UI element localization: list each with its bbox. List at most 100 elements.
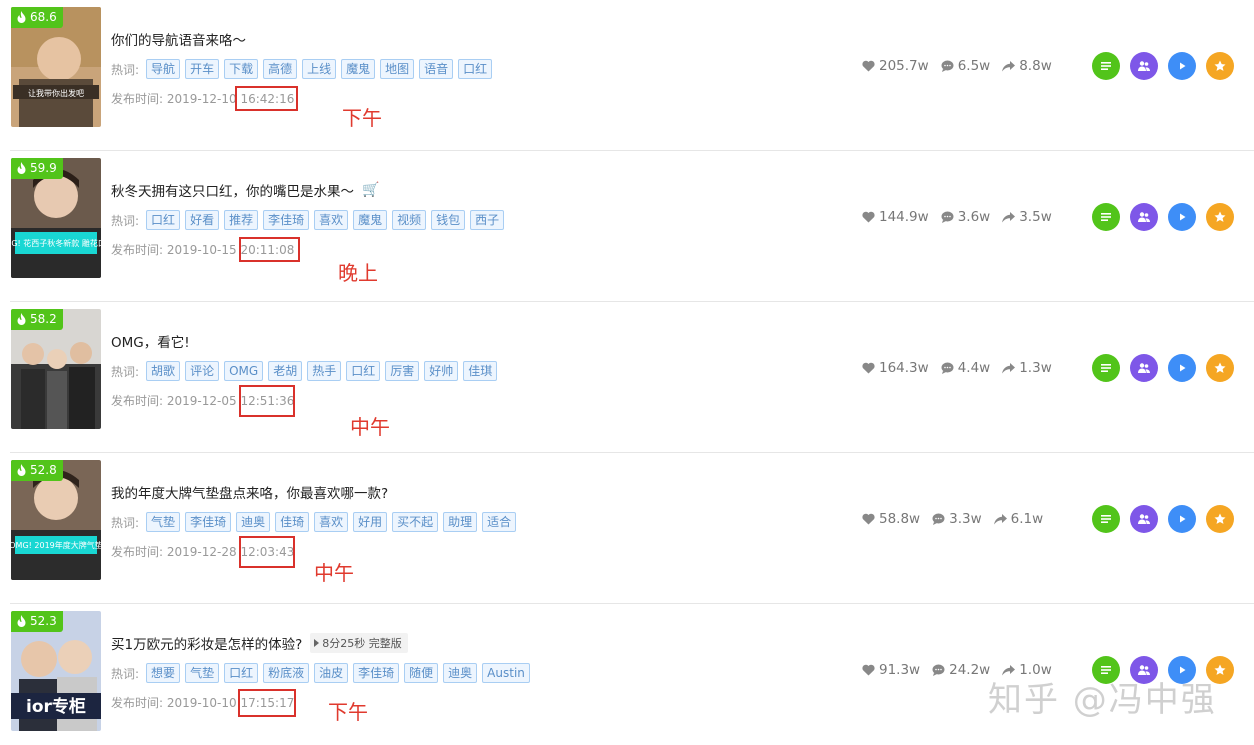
likes-stat: 164.3w	[862, 360, 929, 376]
list-icon	[1101, 364, 1111, 372]
video-row[interactable]: 58.2 OMG，看它! 热词: 胡歌 评论 OMG 老胡 热手 口红 厉害 好…	[0, 302, 1254, 453]
detail-button[interactable]	[1092, 52, 1120, 80]
keyword-tag[interactable]: 好看	[185, 210, 220, 230]
keyword-tag[interactable]: 语音	[419, 59, 454, 79]
highlight-box	[239, 536, 295, 568]
video-row[interactable]: OMG! 2019年度大牌气垫 52.8 我的年度大牌气垫盘点来咯，你最喜欢哪一…	[0, 453, 1254, 604]
keywords-label: 热词:	[111, 213, 140, 228]
favorite-button[interactable]	[1206, 505, 1234, 533]
video-title[interactable]: 你们的导航语音来咯～	[111, 29, 246, 49]
video-title[interactable]: 秋冬天拥有这只口红，你的嘴巴是水果～ 🛒	[111, 180, 379, 200]
video-title-text[interactable]: OMG，看它!	[111, 331, 190, 351]
keyword-tag[interactable]: 适合	[482, 512, 517, 532]
keyword-tag[interactable]: 佳琦	[275, 512, 310, 532]
share-icon	[1002, 363, 1016, 374]
video-thumbnail[interactable]: OMG! 2019年度大牌气垫 52.8	[11, 460, 101, 580]
keyword-tag[interactable]: 钱包	[431, 210, 466, 230]
keyword-tag[interactable]: 地图	[380, 59, 415, 79]
keyword-tag[interactable]: 开车	[185, 59, 220, 79]
time-annotation: 晚上	[338, 261, 378, 285]
play-button[interactable]	[1168, 354, 1196, 382]
keyword-tag[interactable]: 随便	[404, 663, 439, 683]
favorite-button[interactable]	[1206, 52, 1234, 80]
detail-button[interactable]	[1092, 203, 1120, 231]
keyword-tag[interactable]: 助理	[443, 512, 478, 532]
detail-button[interactable]	[1092, 354, 1120, 382]
detail-button[interactable]	[1092, 505, 1120, 533]
keyword-list: 热词: 想要 气垫 口红 粉底液 油皮 李佳琦 随便 迪奥 Austin	[111, 663, 530, 683]
fans-button[interactable]	[1130, 505, 1158, 533]
keyword-tag[interactable]: 上线	[302, 59, 337, 79]
play-button[interactable]	[1168, 52, 1196, 80]
video-thumbnail[interactable]: 58.2	[11, 309, 101, 429]
keyword-tag[interactable]: Austin	[482, 663, 530, 683]
video-title-text[interactable]: 买1万欧元的彩妆是怎样的体验?	[111, 633, 302, 653]
keyword-tag[interactable]: 李佳琦	[263, 210, 310, 230]
keyword-tag[interactable]: 迪奥	[443, 663, 478, 683]
keyword-tag[interactable]: 迪奥	[236, 512, 271, 532]
keyword-tag[interactable]: 气垫	[146, 512, 181, 532]
video-thumbnail[interactable]: ior专柜 52.3	[11, 611, 101, 731]
keyword-tag[interactable]: OMG	[224, 361, 264, 381]
video-thumbnail[interactable]: 让我带你出发吧 68.6	[11, 7, 101, 127]
video-title[interactable]: OMG，看它!	[111, 331, 190, 351]
flame-icon	[17, 11, 26, 23]
video-title-text[interactable]: 你们的导航语音来咯～	[111, 29, 246, 49]
video-title-text[interactable]: 我的年度大牌气垫盘点来咯，你最喜欢哪一款?	[111, 482, 388, 502]
fans-button[interactable]	[1130, 52, 1158, 80]
video-stats: 58.8w 3.3w 6.1w	[862, 511, 1043, 527]
heat-score-badge: 59.9	[11, 158, 63, 179]
star-icon	[1214, 362, 1226, 373]
keyword-tag[interactable]: 评论	[185, 361, 220, 381]
favorite-button[interactable]	[1206, 354, 1234, 382]
keyword-tag[interactable]: 口红	[146, 210, 181, 230]
likes-stat: 58.8w	[862, 511, 920, 527]
play-icon	[1180, 515, 1186, 523]
keyword-tag[interactable]: 想要	[146, 663, 181, 683]
fans-button[interactable]	[1130, 203, 1158, 231]
video-row[interactable]: OMG! 花西子秋冬新款 雕花口红 59.9 秋冬天拥有这只口红，你的嘴巴是水果…	[0, 151, 1254, 302]
video-title[interactable]: 我的年度大牌气垫盘点来咯，你最喜欢哪一款?	[111, 482, 388, 502]
keyword-tag[interactable]: 佳琪	[463, 361, 498, 381]
keyword-tag[interactable]: 喜欢	[314, 512, 349, 532]
keyword-tag[interactable]: 高德	[263, 59, 298, 79]
keyword-tag[interactable]: 李佳琦	[353, 663, 400, 683]
keyword-tag[interactable]: 西子	[470, 210, 505, 230]
keyword-tag[interactable]: 买不起	[392, 512, 439, 532]
video-title[interactable]: 买1万欧元的彩妆是怎样的体验? 8分25秒 完整版	[111, 633, 408, 653]
play-button[interactable]	[1168, 505, 1196, 533]
keyword-tag[interactable]: 热手	[307, 361, 342, 381]
keyword-tag[interactable]: 口红	[346, 361, 381, 381]
keyword-tag[interactable]: 粉底液	[263, 663, 310, 683]
keyword-tag[interactable]: 气垫	[185, 663, 220, 683]
flame-icon	[17, 464, 26, 476]
keyword-tag[interactable]: 导航	[146, 59, 181, 79]
keyword-tag[interactable]: 老胡	[268, 361, 303, 381]
video-thumbnail[interactable]: OMG! 花西子秋冬新款 雕花口红 59.9	[11, 158, 101, 278]
comments-stat: 4.4w	[941, 360, 990, 376]
keyword-tag[interactable]: 胡歌	[146, 361, 181, 381]
keyword-tag[interactable]: 喜欢	[314, 210, 349, 230]
keyword-tag[interactable]: 魔鬼	[353, 210, 388, 230]
play-button[interactable]	[1168, 203, 1196, 231]
favorite-button[interactable]	[1206, 203, 1234, 231]
video-title-text[interactable]: 秋冬天拥有这只口红，你的嘴巴是水果～	[111, 180, 354, 200]
keyword-tag[interactable]: 好用	[353, 512, 388, 532]
comments-count: 3.6w	[957, 209, 991, 225]
keyword-tag[interactable]: 视频	[392, 210, 427, 230]
keyword-tag[interactable]: 口红	[458, 59, 493, 79]
shopping-cart-icon[interactable]: 🛒	[362, 182, 379, 198]
keyword-tag[interactable]: 推荐	[224, 210, 259, 230]
keyword-tag[interactable]: 李佳琦	[185, 512, 232, 532]
keyword-tag[interactable]: 油皮	[314, 663, 349, 683]
fans-button[interactable]	[1130, 354, 1158, 382]
duration-badge[interactable]: 8分25秒 完整版	[310, 633, 408, 653]
comment-icon	[941, 362, 954, 374]
keyword-tag[interactable]: 魔鬼	[341, 59, 376, 79]
keyword-tag[interactable]: 下载	[224, 59, 259, 79]
video-row[interactable]: 让我带你出发吧 68.6 你们的导航语音来咯～ 热词: 导航 开车 下载 高德 …	[0, 0, 1254, 151]
keyword-tag[interactable]: 厉害	[385, 361, 420, 381]
play-triangle-icon	[314, 639, 320, 647]
keyword-tag[interactable]: 口红	[224, 663, 259, 683]
keyword-tag[interactable]: 好帅	[424, 361, 459, 381]
